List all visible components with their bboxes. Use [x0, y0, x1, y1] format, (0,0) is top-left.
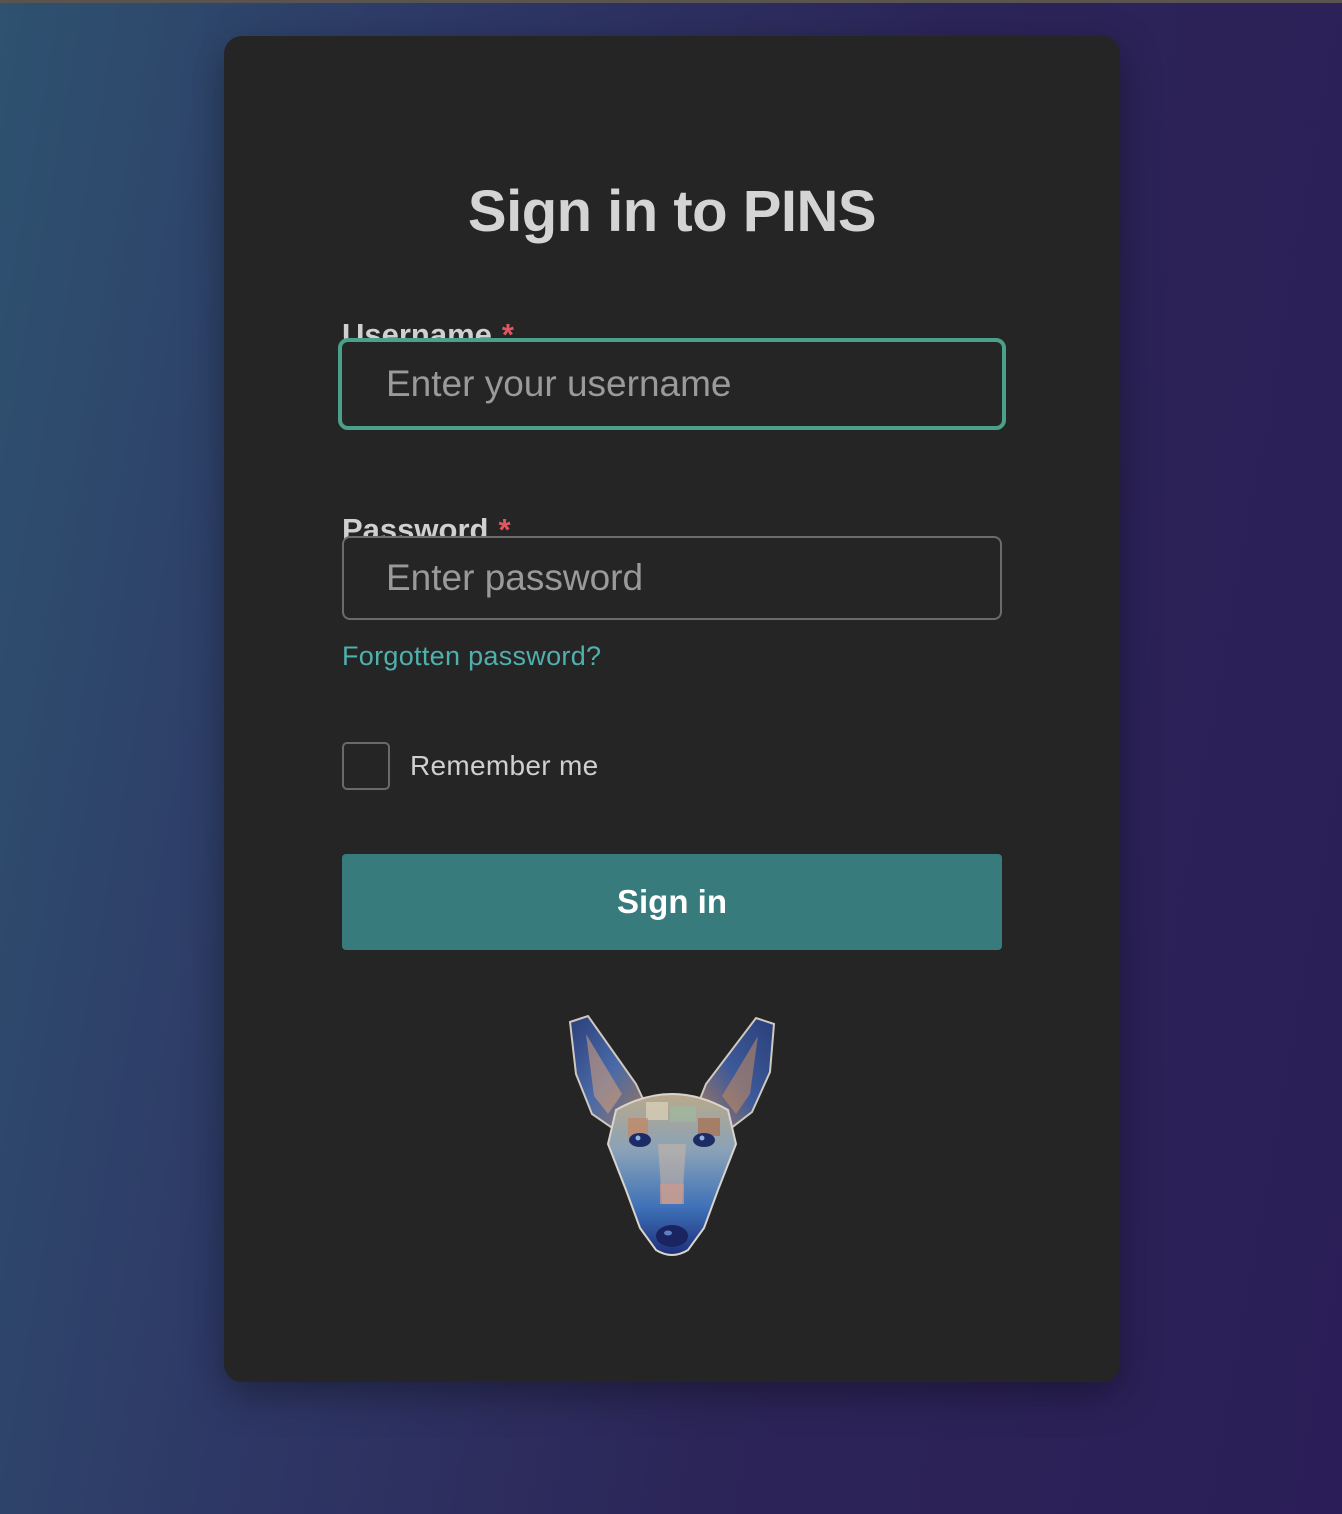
forgotten-password-link[interactable]: Forgotten password? [342, 641, 601, 672]
sign-in-button[interactable]: Sign in [342, 854, 1002, 950]
password-input[interactable] [342, 536, 1002, 620]
remember-me-label[interactable]: Remember me [410, 750, 598, 782]
page-title: Sign in to PINS [467, 179, 877, 244]
remember-me-checkbox[interactable] [342, 742, 390, 790]
login-card: Sign in to PINS Username* Password* Forg… [224, 36, 1120, 1382]
username-input[interactable] [338, 338, 1006, 430]
dog-head-logo-icon [568, 1014, 776, 1256]
window-top-edge [0, 0, 1342, 3]
